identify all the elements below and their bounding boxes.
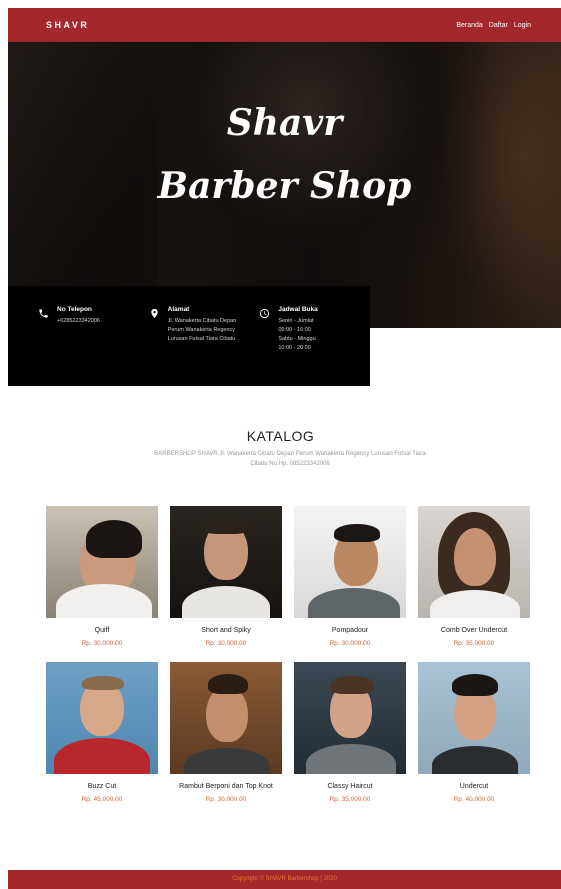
- footer-copyright: Copyright © SHAVR Barbershop | 2020: [232, 876, 337, 882]
- info-schedule: Jadwal Buka Senin - Jumlat 09:00 - 16:00…: [259, 306, 370, 386]
- haircut-photo-short-and-spiky[interactable]: [170, 506, 282, 618]
- card-price: Rp. 30,000.00: [205, 796, 247, 803]
- card-name: Comb Over Undercut: [440, 627, 508, 634]
- nav-link-beranda[interactable]: Beranda: [456, 22, 482, 29]
- card-name: Rambut Berponi dan Top Knot: [179, 783, 273, 790]
- card-name: Buzz Cut: [87, 783, 117, 790]
- navbar: SHAVR Beranda Daftar Login: [8, 8, 561, 42]
- info-phone-title: No Telepon: [57, 306, 92, 313]
- nav-links: Beranda Daftar Login: [456, 22, 531, 29]
- catalog-card-buzz-cut[interactable]: Buzz Cut Rp. 45,000.00: [46, 662, 158, 803]
- card-name: Classy Haircut: [327, 783, 373, 790]
- catalog-card-pompadour[interactable]: Pompadour Rp. 30,000.00: [294, 506, 406, 647]
- catalog-card-undercut[interactable]: Undercut Rp. 40,000.00: [418, 662, 530, 803]
- info-phone: No Telepon +6285223342006: [38, 306, 149, 386]
- card-price: Rp. 30,000.00: [81, 640, 123, 647]
- hero-title-line1: Shavr: [226, 102, 343, 144]
- footer: Copyright © SHAVR Barbershop | 2020: [8, 870, 561, 889]
- info-schedule-line: 10:00 - 20:00: [278, 345, 311, 351]
- info-schedule-line: 09:00 - 16:00: [278, 327, 311, 333]
- info-schedule-title: Jadwal Buka: [278, 306, 318, 313]
- info-schedule-line: Sabtu - Minggu: [278, 336, 316, 342]
- clock-icon: [259, 306, 277, 386]
- haircut-photo-classy-haircut[interactable]: [294, 662, 406, 774]
- info-address-title: Alamat: [167, 306, 190, 313]
- info-phone-number: +6285223342006: [57, 318, 100, 324]
- card-name: Undercut: [459, 783, 489, 790]
- catalog-description: BARBERSHOP SHAVR Jl. Wanakerta Cibatu De…: [154, 451, 426, 467]
- card-price: Rp. 45,000.00: [81, 796, 123, 803]
- catalog-card-quiff[interactable]: Quiff Rp. 30,000.00: [46, 506, 158, 647]
- card-price: Rp. 30,000.00: [329, 640, 371, 647]
- catalog-card-classy-haircut[interactable]: Classy Haircut Rp. 35,000.00: [294, 662, 406, 803]
- catalog-card-comb-over-undercut[interactable]: Comb Over Undercut Rp. 35,000.00: [418, 506, 530, 647]
- catalog-title: KATALOG: [246, 428, 315, 444]
- nav-link-login[interactable]: Login: [514, 22, 531, 29]
- info-address: Alamat Jl. Wanakerta Cibatu Depan Perum …: [149, 306, 260, 386]
- haircut-photo-buzz-cut[interactable]: [46, 662, 158, 774]
- catalog-card-short-and-spiky[interactable]: Short and Spiky Rp. 30,000.00: [170, 506, 282, 647]
- haircut-photo-comb-over-undercut[interactable]: [418, 506, 530, 618]
- info-address-line: Perum Wanakerta Regency: [167, 327, 236, 333]
- card-price: Rp. 40,000.00: [453, 796, 495, 803]
- catalog-card-rambut-berponi-dan-top-knot[interactable]: Rambut Berponi dan Top Knot Rp. 30,000.0…: [170, 662, 282, 803]
- haircut-photo-rambut-berponi-dan-top-knot[interactable]: [170, 662, 282, 774]
- info-address-line: Lurusan Futsal Tiara Cibatu: [167, 336, 236, 342]
- haircut-photo-quiff[interactable]: [46, 506, 158, 618]
- info-address-line: Jl. Wanakerta Cibatu Depan: [167, 318, 237, 324]
- haircut-photo-pompadour[interactable]: [294, 506, 406, 618]
- map-pin-icon: [149, 306, 167, 386]
- info-box: No Telepon +6285223342006 Alamat Jl. Wan…: [8, 286, 370, 386]
- card-price: Rp. 35,000.00: [329, 796, 371, 803]
- card-name: Pompadour: [331, 627, 369, 634]
- brand-logo[interactable]: SHAVR: [46, 20, 89, 30]
- info-schedule-line: Senin - Jumlat: [278, 318, 314, 324]
- card-price: Rp. 30,000.00: [205, 640, 247, 647]
- card-name: Quiff: [94, 627, 110, 634]
- nav-link-daftar[interactable]: Daftar: [489, 22, 508, 29]
- card-price: Rp. 35,000.00: [453, 640, 495, 647]
- haircut-photo-undercut[interactable]: [418, 662, 530, 774]
- phone-icon: [38, 306, 56, 386]
- card-name: Short and Spiky: [201, 627, 251, 634]
- hero-title-line2: Barber Shop: [157, 165, 412, 207]
